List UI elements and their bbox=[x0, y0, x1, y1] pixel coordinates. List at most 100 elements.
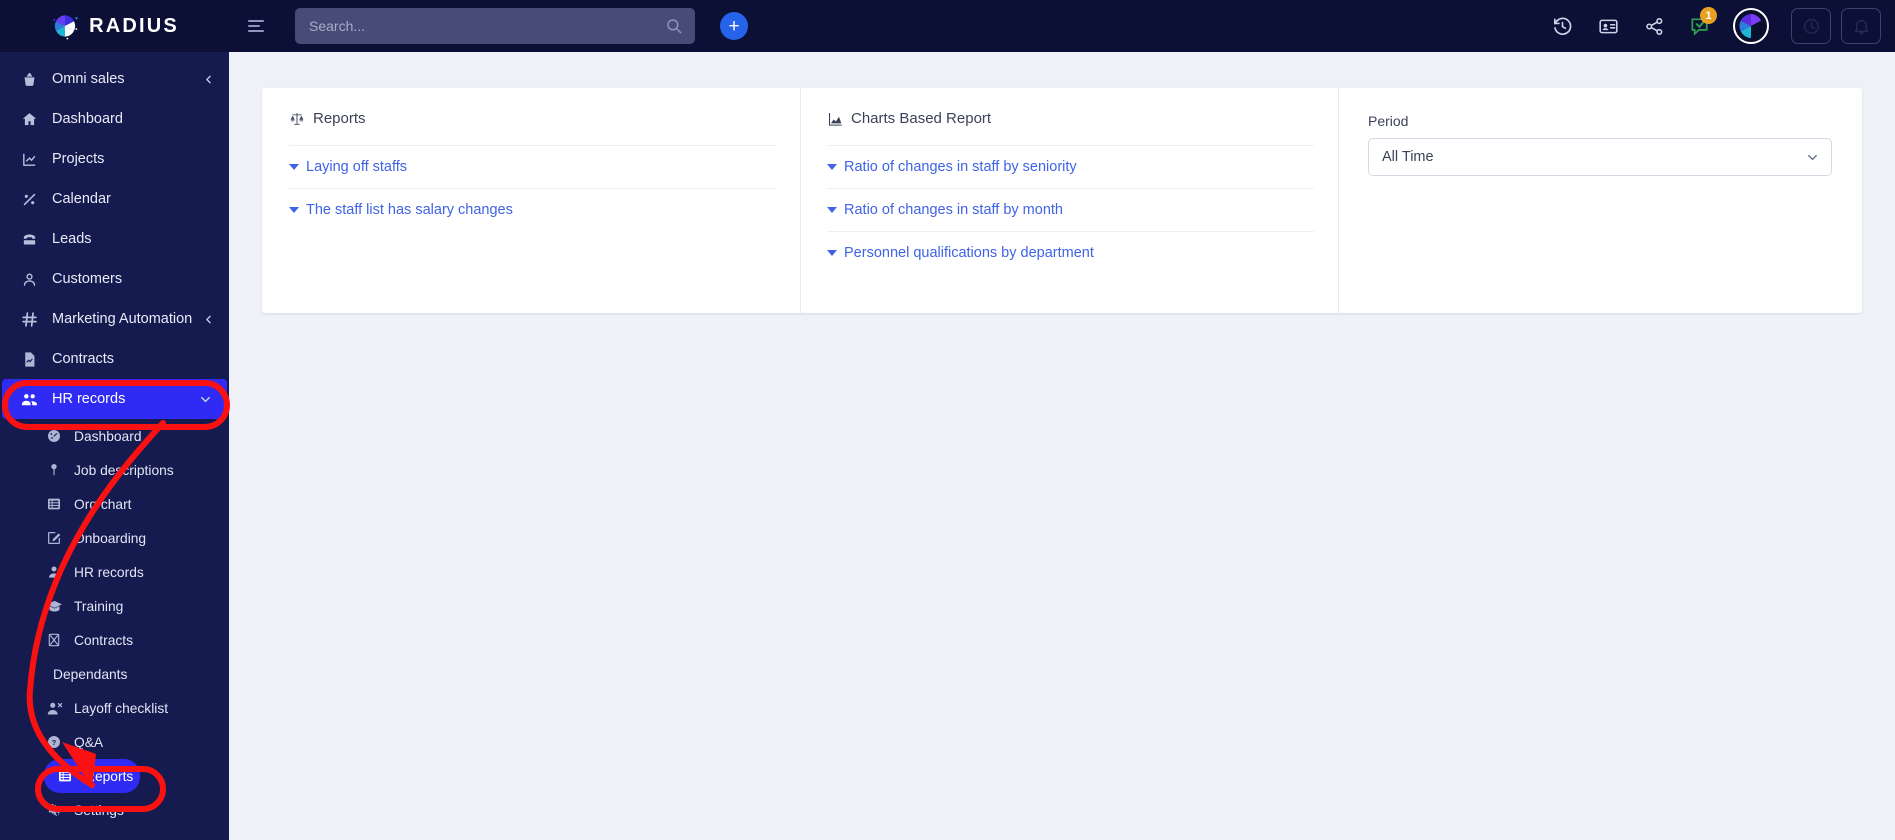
bell-icon[interactable] bbox=[1841, 8, 1881, 44]
chat-badge: 1 bbox=[1700, 7, 1717, 24]
chevron-left-icon bbox=[202, 73, 215, 86]
percent-icon bbox=[18, 190, 40, 208]
people-icon bbox=[18, 390, 40, 408]
report-link-row[interactable]: Laying off staffs bbox=[289, 145, 776, 188]
contact-card-icon[interactable] bbox=[1585, 5, 1631, 47]
sidebar-subitem-label: Reports bbox=[85, 768, 134, 784]
caret-down-icon bbox=[289, 207, 299, 213]
sidebar-item-label: Calendar bbox=[52, 191, 111, 207]
sidebar-subitem-dependants[interactable]: Dependants bbox=[0, 657, 229, 691]
report-link[interactable]: Personnel qualifications by department bbox=[844, 245, 1094, 261]
sidebar-item-calendar[interactable]: Calendar bbox=[0, 179, 229, 219]
list-report-icon bbox=[55, 768, 75, 785]
boxed-x-icon bbox=[44, 632, 64, 649]
report-link[interactable]: Ratio of changes in staff by seniority bbox=[844, 159, 1077, 175]
reports-card: Reports Laying off staffs The staff list… bbox=[262, 88, 1862, 313]
sidebar-subitem-label: Q&A bbox=[74, 734, 104, 750]
brand-logo-area[interactable]: RADIUS bbox=[0, 0, 229, 52]
sidebar-item-hr-records[interactable]: HR records bbox=[2, 379, 227, 419]
period-select-wrap: All Time bbox=[1368, 138, 1832, 176]
report-link-row[interactable]: The staff list has salary changes bbox=[289, 188, 776, 231]
sidebar-subitem-onboarding[interactable]: Onboarding bbox=[0, 521, 229, 555]
sidebar-subitem-label: Onboarding bbox=[74, 530, 147, 546]
search-input[interactable] bbox=[295, 8, 695, 44]
caret-down-icon bbox=[289, 164, 299, 170]
sidebar-item-label: Dashboard bbox=[52, 111, 123, 127]
sidebar-item-contracts[interactable]: Contracts bbox=[0, 339, 229, 379]
person-icon bbox=[44, 564, 64, 581]
sidebar-subitem-training[interactable]: Training bbox=[0, 589, 229, 623]
sidebar-subitem-org-chart[interactable]: Org chart bbox=[0, 487, 229, 521]
basket-icon bbox=[18, 70, 40, 88]
sidebar-subitem-contracts[interactable]: Contracts bbox=[0, 623, 229, 657]
svg-text:?: ? bbox=[52, 738, 57, 747]
document-icon bbox=[18, 350, 40, 368]
sidebar-item-marketing-automation[interactable]: Marketing Automation bbox=[0, 299, 229, 339]
home-icon bbox=[18, 110, 40, 128]
sidebar-subitem-reports[interactable]: Reports bbox=[44, 759, 140, 793]
sidebar-subitem-job-descriptions[interactable]: Job descriptions bbox=[0, 453, 229, 487]
sidebar-subitem-label: Org chart bbox=[74, 496, 132, 512]
sidebar-item-label: Contracts bbox=[52, 351, 115, 367]
report-link[interactable]: Ratio of changes in staff by month bbox=[844, 202, 1063, 218]
person-icon bbox=[18, 270, 40, 288]
app-root: RADIUS Omni sales Dashboard Projects Cal… bbox=[0, 0, 1895, 840]
pin-icon bbox=[44, 462, 64, 479]
sidebar-subitem-layoff-checklist[interactable]: Layoff checklist bbox=[0, 691, 229, 725]
clock-icon[interactable] bbox=[1791, 8, 1831, 44]
main-content: Reports Laying off staffs The staff list… bbox=[229, 52, 1895, 840]
search-container bbox=[295, 8, 695, 44]
column-title-text: Charts Based Report bbox=[851, 110, 992, 127]
caret-down-icon bbox=[827, 250, 837, 256]
charts-column: Charts Based Report Ratio of changes in … bbox=[800, 88, 1338, 313]
report-link-row[interactable]: Personnel qualifications by department bbox=[827, 231, 1314, 274]
sidebar-subitem-label: Contracts bbox=[74, 632, 134, 648]
period-label: Period bbox=[1368, 113, 1409, 129]
history-icon[interactable] bbox=[1539, 5, 1585, 47]
sidebar-item-label: Leads bbox=[52, 231, 92, 247]
period-column: Period All Time bbox=[1338, 88, 1862, 313]
avatar[interactable] bbox=[1733, 8, 1769, 44]
sidebar-subitem-qa[interactable]: ? Q&A bbox=[0, 725, 229, 759]
reports-column-title: Reports bbox=[289, 110, 776, 145]
gears-icon bbox=[44, 802, 64, 819]
sidebar-subitem-label: HR records bbox=[74, 564, 144, 580]
phone-icon bbox=[18, 230, 40, 248]
sidebar-subitem-dashboard[interactable]: Dashboard bbox=[0, 419, 229, 453]
sidebar-item-leads[interactable]: Leads bbox=[0, 219, 229, 259]
report-link-row[interactable]: Ratio of changes in staff by seniority bbox=[827, 145, 1314, 188]
radius-logo-icon bbox=[53, 15, 78, 40]
person-remove-icon bbox=[44, 700, 64, 717]
list-icon bbox=[44, 496, 64, 513]
share-icon[interactable] bbox=[1631, 5, 1677, 47]
hash-icon bbox=[18, 310, 40, 328]
caret-down-icon bbox=[827, 164, 837, 170]
sidebar-subitem-label: Settings bbox=[74, 802, 124, 818]
sidebar-subitem-label: Layoff checklist bbox=[74, 700, 169, 716]
hamburger-icon[interactable] bbox=[248, 15, 270, 37]
sidebar-subitem-label: Job descriptions bbox=[74, 462, 174, 478]
sidebar-nav: Omni sales Dashboard Projects Calendar L… bbox=[0, 52, 229, 827]
sidebar-subitem-settings[interactable]: Settings bbox=[0, 793, 229, 827]
area-chart-icon bbox=[827, 111, 843, 127]
sidebar-item-label: Omni sales bbox=[52, 71, 125, 87]
reports-column: Reports Laying off staffs The staff list… bbox=[262, 88, 800, 313]
sidebar-item-omni-sales[interactable]: Omni sales bbox=[0, 59, 229, 99]
question-icon: ? bbox=[44, 734, 64, 751]
sidebar-subitem-label: Dependants bbox=[53, 666, 128, 682]
report-link-row[interactable]: Ratio of changes in staff by month bbox=[827, 188, 1314, 231]
chevron-down-icon bbox=[198, 392, 213, 407]
sidebar-item-customers[interactable]: Customers bbox=[0, 259, 229, 299]
sidebar-subitem-hr-records[interactable]: HR records bbox=[0, 555, 229, 589]
chat-icon[interactable]: 1 bbox=[1677, 5, 1723, 47]
add-button[interactable]: + bbox=[720, 12, 748, 40]
report-link[interactable]: The staff list has salary changes bbox=[306, 202, 513, 218]
sidebar-item-dashboard[interactable]: Dashboard bbox=[0, 99, 229, 139]
report-link[interactable]: Laying off staffs bbox=[306, 159, 407, 175]
avatar-logo-icon bbox=[1738, 13, 1764, 39]
edit-icon bbox=[44, 530, 64, 547]
topbar: + 1 bbox=[229, 0, 1895, 52]
period-select[interactable]: All Time bbox=[1368, 138, 1832, 176]
chart-icon bbox=[18, 150, 40, 168]
sidebar-item-projects[interactable]: Projects bbox=[0, 139, 229, 179]
